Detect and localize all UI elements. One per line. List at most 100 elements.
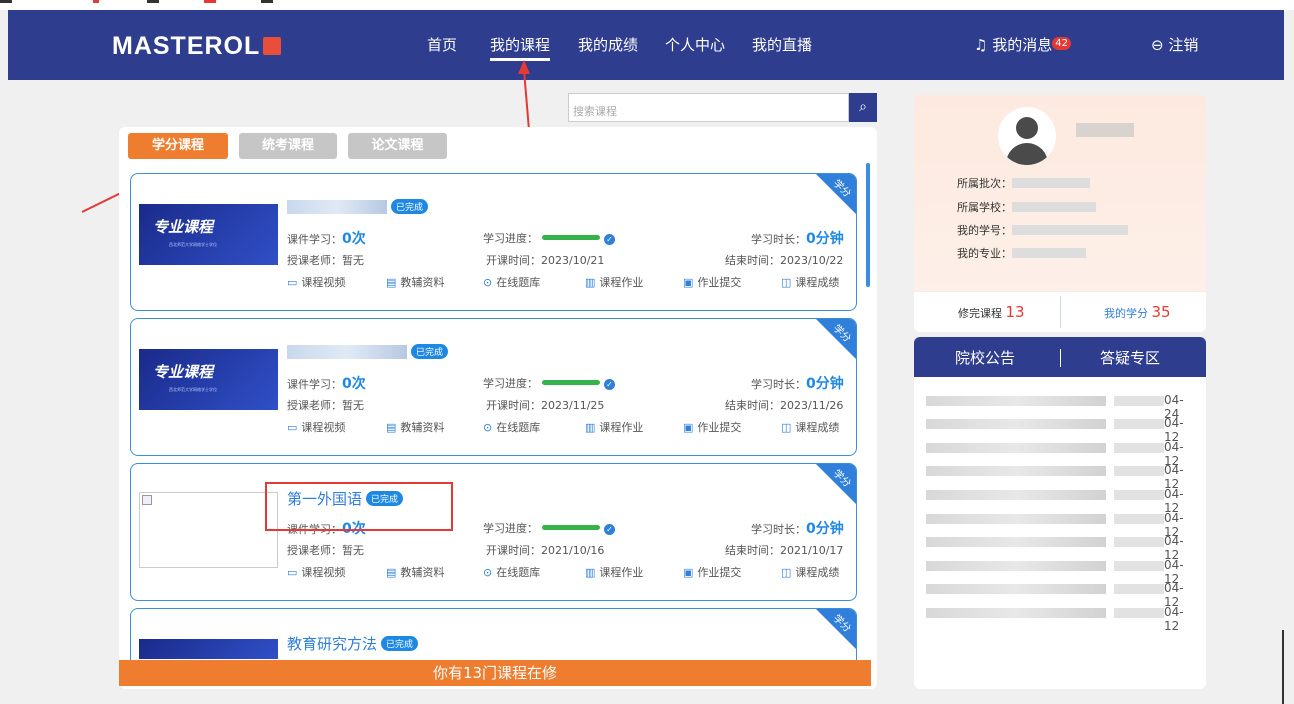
study-count-label: 课件学习： bbox=[287, 378, 342, 391]
link-homework-submit[interactable]: ▣ 作业提交 bbox=[683, 274, 741, 290]
document-icon: ▤ bbox=[386, 421, 397, 434]
notice-title-redacted bbox=[926, 537, 1106, 547]
course-thumbnail-broken[interactable] bbox=[139, 492, 278, 568]
teacher-label: 授课老师： bbox=[287, 399, 342, 412]
notice-item[interactable]: 04-12 bbox=[926, 511, 1194, 539]
check-icon: ✓ bbox=[604, 379, 615, 390]
start-label: 开课时间： bbox=[486, 254, 541, 267]
check-icon: ✓ bbox=[604, 234, 615, 245]
thumbnail-title: 专业课程 bbox=[153, 363, 214, 381]
student-id-label: 我的学号： bbox=[957, 224, 1012, 237]
link-teaching-materials[interactable]: ▤ 教辅资料 bbox=[386, 274, 444, 290]
duration-value: 0分钟 bbox=[806, 376, 844, 392]
notice-item[interactable]: 04-12 bbox=[926, 581, 1194, 609]
submit-icon: ▣ bbox=[683, 421, 694, 434]
duration-label: 学习时长： bbox=[751, 523, 806, 536]
link-label: 在线题库 bbox=[496, 421, 541, 434]
link-course-video[interactable]: ▭ 课程视频 bbox=[287, 564, 345, 580]
tab-thesis-courses[interactable]: 论文课程 bbox=[348, 133, 447, 159]
notice-item[interactable]: 04-12 bbox=[926, 463, 1194, 491]
profile-batch: 所属批次： bbox=[957, 175, 1090, 191]
tab-credit-courses[interactable]: 学分课程 bbox=[128, 133, 228, 159]
course-title[interactable]: 已完成 bbox=[287, 343, 449, 361]
link-question-bank[interactable]: ⊙ 在线题库 bbox=[483, 419, 540, 435]
finished-label: 修完课程 bbox=[958, 307, 1002, 320]
link-label: 教辅资料 bbox=[400, 566, 445, 579]
link-course-video[interactable]: ▭ 课程视频 bbox=[287, 419, 345, 435]
study-progress: 学习进度： ✓ bbox=[483, 230, 615, 246]
notice-item[interactable]: 04-12 bbox=[926, 558, 1194, 586]
window-edge bbox=[1282, 630, 1284, 704]
avatar[interactable] bbox=[998, 107, 1056, 165]
progress-label: 学习进度： bbox=[483, 522, 538, 535]
search-icon: ⌕ bbox=[859, 99, 867, 115]
link-teaching-materials[interactable]: ▤ 教辅资料 bbox=[386, 419, 444, 435]
link-label: 教辅资料 bbox=[400, 421, 445, 434]
tab-unified-exam-courses[interactable]: 统考课程 bbox=[239, 133, 337, 159]
teacher-label: 授课老师： bbox=[287, 254, 342, 267]
study-count: 课件学习：0次 bbox=[287, 228, 366, 248]
start-value: 2021/10/16 bbox=[541, 544, 605, 557]
notice-item[interactable]: 04-12 bbox=[926, 534, 1194, 562]
question-icon: ⊙ bbox=[483, 566, 493, 579]
link-homework-submit[interactable]: ▣ 作业提交 bbox=[683, 564, 741, 580]
homework-icon: ▥ bbox=[585, 421, 596, 434]
link-question-bank[interactable]: ⊙ 在线题库 bbox=[483, 564, 540, 580]
check-icon: ✓ bbox=[604, 524, 615, 535]
my-credits-stat[interactable]: 我的学分 35 bbox=[1104, 303, 1171, 321]
link-course-grades[interactable]: ◫ 课程成绩 bbox=[781, 419, 839, 435]
end-label: 结束时间： bbox=[725, 544, 780, 557]
link-course-homework[interactable]: ▥ 课程作业 bbox=[585, 274, 643, 290]
notice-item[interactable]: 04-12 bbox=[926, 605, 1194, 633]
course-title[interactable]: 已完成 bbox=[287, 198, 429, 216]
notice-item[interactable]: 04-12 bbox=[926, 440, 1194, 468]
grades-icon: ◫ bbox=[781, 566, 792, 579]
link-course-video[interactable]: ▭ 课程视频 bbox=[287, 274, 345, 290]
course-thumbnail[interactable] bbox=[139, 639, 278, 659]
link-label: 教辅资料 bbox=[400, 276, 445, 289]
submit-icon: ▣ bbox=[683, 566, 694, 579]
course-thumbnail[interactable]: 专业课程 西北师范大学网络学士学位 bbox=[139, 349, 278, 410]
start-label: 开课时间： bbox=[486, 399, 541, 412]
thumbnail-subtitle: 西北师范大学网络学士学位 bbox=[169, 242, 217, 247]
courses-in-progress-banner: 你有13门课程在修 bbox=[119, 660, 871, 686]
notice-item[interactable]: 04-24 bbox=[926, 393, 1194, 421]
user-icon-body bbox=[1006, 143, 1048, 165]
link-course-grades[interactable]: ◫ 课程成绩 bbox=[781, 274, 839, 290]
search-input[interactable]: 搜索课程 bbox=[568, 93, 849, 122]
link-label: 课程作业 bbox=[599, 566, 644, 579]
stats-divider bbox=[1060, 296, 1061, 328]
course-title[interactable]: 教育研究方法 已完成 bbox=[287, 633, 419, 654]
batch-value-redacted bbox=[1012, 178, 1090, 188]
link-course-homework[interactable]: ▥ 课程作业 bbox=[585, 419, 643, 435]
course-card[interactable]: 学分 教育研究方法 已完成 bbox=[130, 608, 857, 668]
link-teaching-materials[interactable]: ▤ 教辅资料 bbox=[386, 564, 444, 580]
notice-title-redacted bbox=[1114, 466, 1164, 476]
progress-label: 学习进度： bbox=[483, 377, 538, 390]
course-card[interactable]: 学分 专业课程 西北师范大学网络学士学位 已完成 课件学习：0次 学习进度： ✓ … bbox=[130, 173, 857, 311]
tab-qa-zone[interactable]: 答疑专区 bbox=[1100, 347, 1160, 368]
completed-badge: 已完成 bbox=[381, 636, 419, 651]
end-value: 2023/11/26 bbox=[780, 399, 844, 412]
notice-item[interactable]: 04-12 bbox=[926, 487, 1194, 515]
end-date: 结束时间：2023/11/26 bbox=[725, 397, 843, 413]
link-course-grades[interactable]: ◫ 课程成绩 bbox=[781, 564, 839, 580]
link-label: 课程成绩 bbox=[795, 421, 840, 434]
finished-courses-stat[interactable]: 修完课程 13 bbox=[958, 303, 1025, 321]
profile-school: 所属学校： bbox=[957, 199, 1096, 215]
course-thumbnail[interactable]: 专业课程 西北师范大学网络学士学位 bbox=[139, 204, 278, 265]
link-homework-submit[interactable]: ▣ 作业提交 bbox=[683, 419, 741, 435]
link-course-homework[interactable]: ▥ 课程作业 bbox=[585, 564, 643, 580]
notice-item[interactable]: 04-12 bbox=[926, 416, 1194, 444]
teacher: 授课老师：暂无 bbox=[287, 252, 364, 268]
progress-bar bbox=[542, 380, 600, 385]
end-date: 结束时间：2021/10/17 bbox=[725, 542, 843, 558]
course-list-scrollbar[interactable] bbox=[866, 163, 870, 287]
link-question-bank[interactable]: ⊙ 在线题库 bbox=[483, 274, 540, 290]
course-card[interactable]: 学分 专业课程 西北师范大学网络学士学位 已完成 课件学习：0次 学习进度： ✓ … bbox=[130, 318, 857, 456]
course-card[interactable]: 学分 第一外国语 已完成 课件学习：0次 学习进度： ✓ 学习时长：0分钟 授课老师… bbox=[130, 463, 857, 601]
search-button[interactable]: ⌕ bbox=[849, 93, 877, 122]
tab-school-announcements[interactable]: 院校公告 bbox=[955, 347, 1015, 368]
link-label: 课程作业 bbox=[599, 421, 644, 434]
study-duration: 学习时长：0分钟 bbox=[751, 373, 844, 393]
